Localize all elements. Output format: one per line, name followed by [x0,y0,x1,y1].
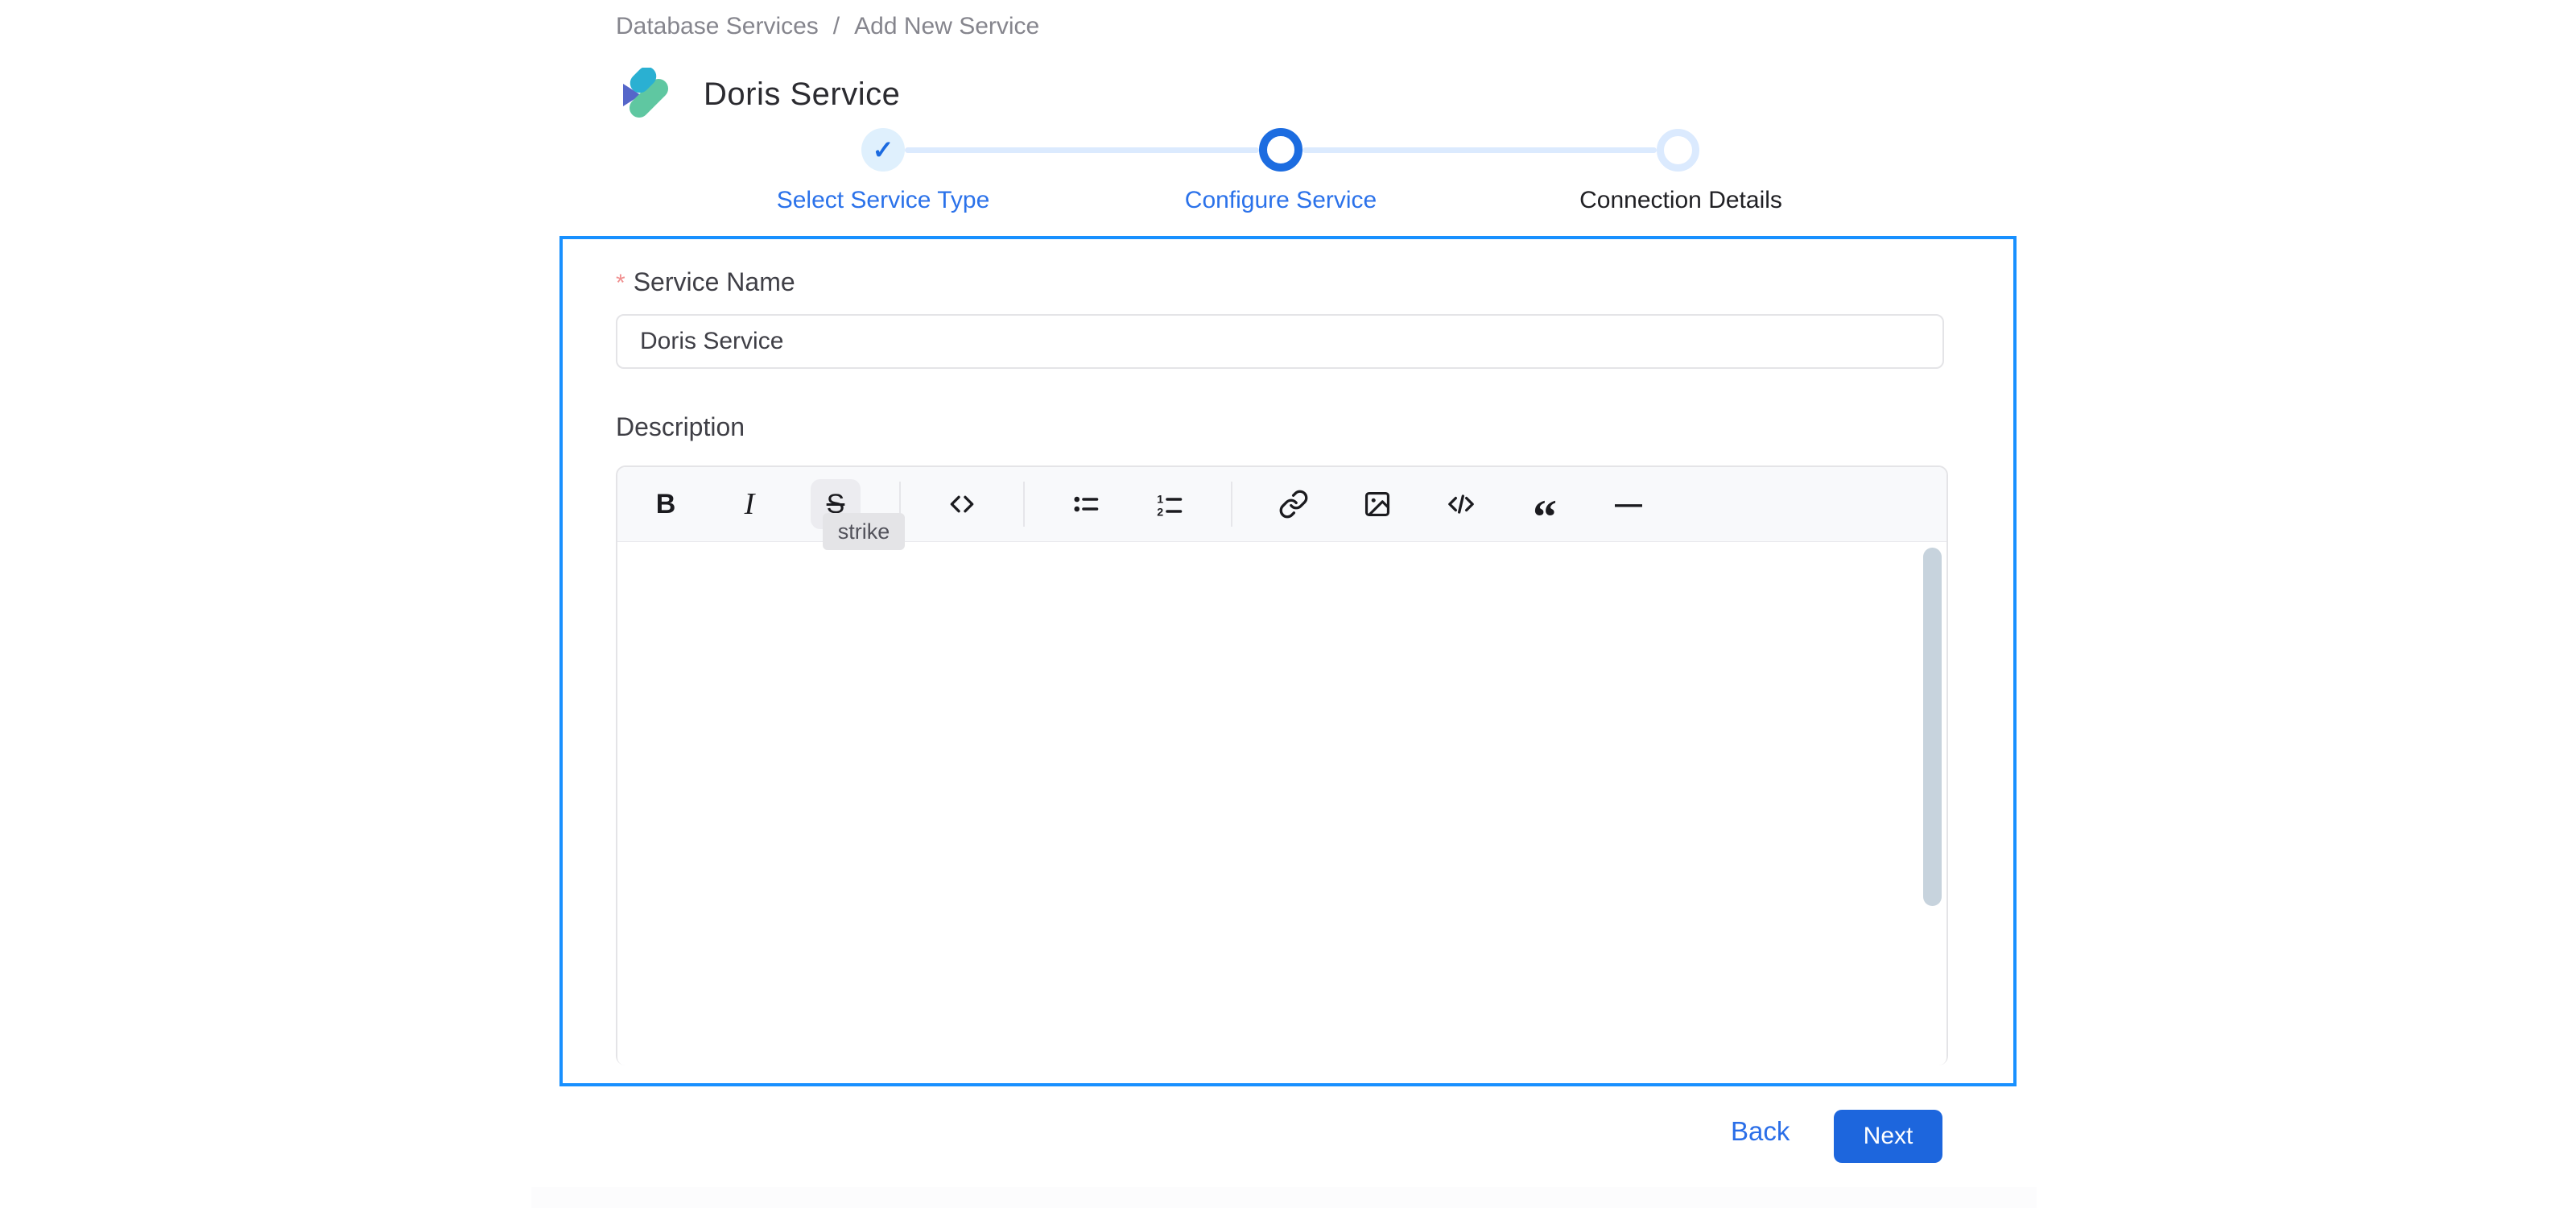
breadcrumb: Database Services / Add New Service [616,13,1039,40]
required-asterisk: * [616,270,625,296]
breadcrumb-database-services[interactable]: Database Services [616,13,819,40]
service-header: Doris Service [617,68,900,121]
bold-button[interactable]: B [643,479,688,529]
service-name-label: * Service Name [616,267,795,299]
inline-code-icon [950,495,974,513]
horizontal-rule-button[interactable]: — [1606,479,1651,529]
link-button[interactable] [1271,479,1316,529]
stepper-connector-1 [905,147,1259,153]
code-block-button[interactable] [1439,479,1484,529]
page-title: Doris Service [704,76,901,112]
doris-logo-icon [623,68,669,118]
image-button[interactable] [1355,479,1400,529]
svg-text:1: 1 [1157,494,1163,507]
editor-toolbar: B I S 1 2 “ — [617,467,1946,542]
description-editor: B I S 1 2 “ — [616,465,1948,1065]
step-1-circle-completed[interactable]: ✓ [861,128,905,172]
ordered-list-icon: 1 2 [1157,494,1183,519]
add-new-service-page: Database Services / Add New Service Dori… [0,0,2576,1208]
step-label-connection-details[interactable]: Connection Details [1579,187,1782,214]
ordered-list-button[interactable]: 1 2 [1147,479,1192,529]
bullet-list-icon [1074,496,1099,512]
editor-content-area[interactable] [617,542,1946,1065]
image-icon [1364,491,1390,517]
bullet-list-button[interactable] [1063,479,1108,529]
next-button[interactable]: Next [1834,1110,1942,1163]
stepper-connector-2 [1302,147,1657,153]
breadcrumb-separator: / [832,13,840,39]
blockquote-button[interactable]: “ [1522,479,1567,541]
step-label-select-service-type[interactable]: Select Service Type [777,187,990,214]
service-name-input[interactable] [616,314,1944,369]
code-block-icon [1448,494,1474,514]
italic-button[interactable]: I [727,479,772,529]
toolbar-divider [1231,482,1232,527]
svg-text:2: 2 [1157,506,1163,519]
check-icon: ✓ [872,135,894,164]
toolbar-divider [1023,482,1025,527]
step-label-configure-service[interactable]: Configure Service [1185,187,1377,214]
strike-tooltip: strike [823,513,905,550]
inline-code-button[interactable] [939,479,985,529]
link-icon [1279,490,1308,519]
breadcrumb-add-new-service: Add New Service [854,13,1040,39]
back-button[interactable]: Back [1731,1116,1790,1147]
editor-scrollbar[interactable] [1923,548,1942,906]
description-label: Description [616,412,745,441]
below-fold-strip [531,1187,2037,1208]
step-3-circle-upcoming[interactable] [1657,129,1699,172]
step-2-circle-active[interactable] [1259,128,1302,172]
